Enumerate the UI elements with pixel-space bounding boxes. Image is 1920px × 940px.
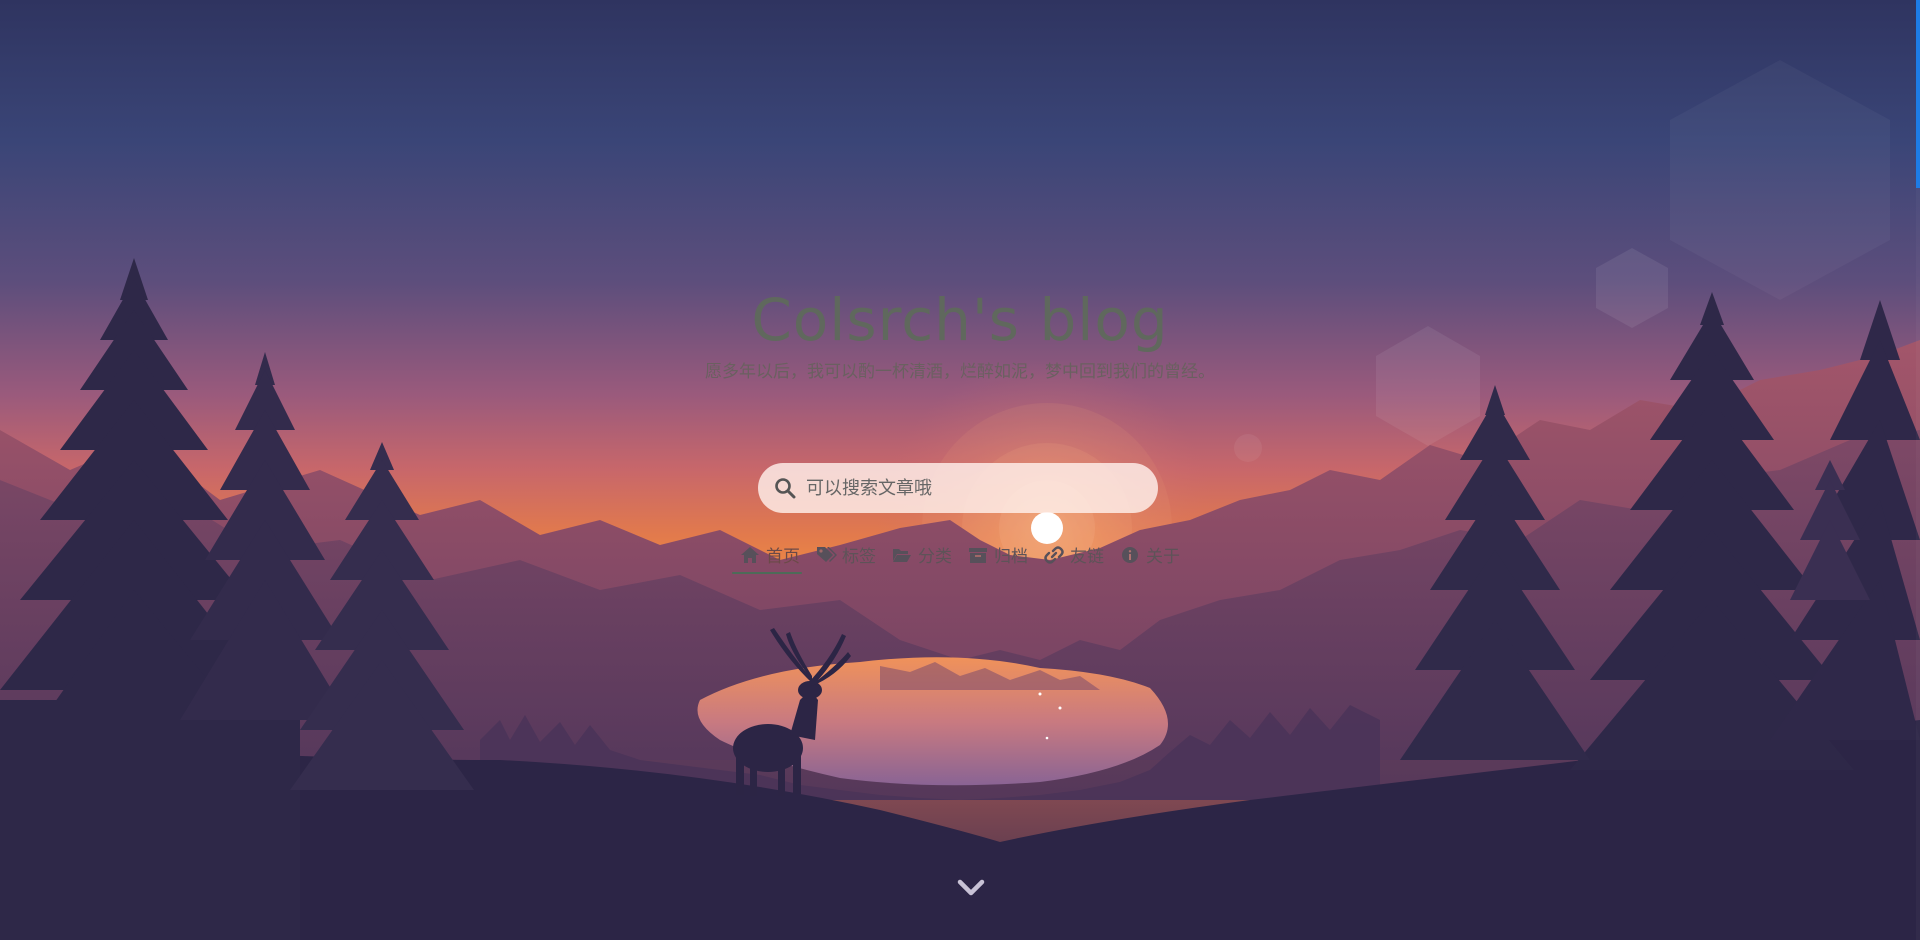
info-icon bbox=[1120, 546, 1140, 564]
nav-item-label: 标签 bbox=[842, 547, 876, 567]
nav-item-label: 关于 bbox=[1146, 547, 1180, 567]
nav-item-about[interactable]: 关于 bbox=[1118, 540, 1182, 573]
search-icon[interactable] bbox=[774, 477, 796, 499]
hero-banner: Colsrch's blog 愿多年以后，我可以酌一杯清酒，烂醉如泥，梦中回到我… bbox=[0, 0, 1920, 940]
nav-item-label: 首页 bbox=[766, 547, 800, 567]
scroll-down-button[interactable] bbox=[955, 875, 987, 901]
hero-content: Colsrch's blog 愿多年以后，我可以酌一杯清酒，烂醉如泥，梦中回到我… bbox=[0, 0, 1920, 940]
tags-icon bbox=[816, 546, 837, 564]
nav-item-label: 分类 bbox=[918, 547, 952, 567]
home-icon bbox=[740, 546, 760, 564]
nav-item-categories[interactable]: 分类 bbox=[890, 540, 954, 573]
nav-item-label: 友链 bbox=[1070, 547, 1104, 567]
nav-item-archive[interactable]: 归档 bbox=[966, 540, 1030, 573]
folder-open-icon bbox=[892, 546, 912, 564]
search-box[interactable] bbox=[758, 463, 1158, 513]
nav-item-label: 归档 bbox=[994, 547, 1028, 567]
archive-icon bbox=[968, 546, 988, 564]
nav-item-friends[interactable]: 友链 bbox=[1042, 540, 1106, 573]
main-nav: 首页 标签 分类 归档 友链 关于 bbox=[0, 540, 1920, 574]
site-subtitle: 愿多年以后，我可以酌一杯清酒，烂醉如泥，梦中回到我们的曾经。 bbox=[705, 362, 1215, 382]
site-title: Colsrch's blog bbox=[751, 286, 1169, 354]
search-input[interactable] bbox=[806, 468, 1158, 508]
chevron-down-icon bbox=[955, 879, 987, 905]
nav-item-home[interactable]: 首页 bbox=[732, 540, 802, 574]
nav-item-tags[interactable]: 标签 bbox=[814, 540, 878, 573]
link-icon bbox=[1044, 545, 1064, 564]
